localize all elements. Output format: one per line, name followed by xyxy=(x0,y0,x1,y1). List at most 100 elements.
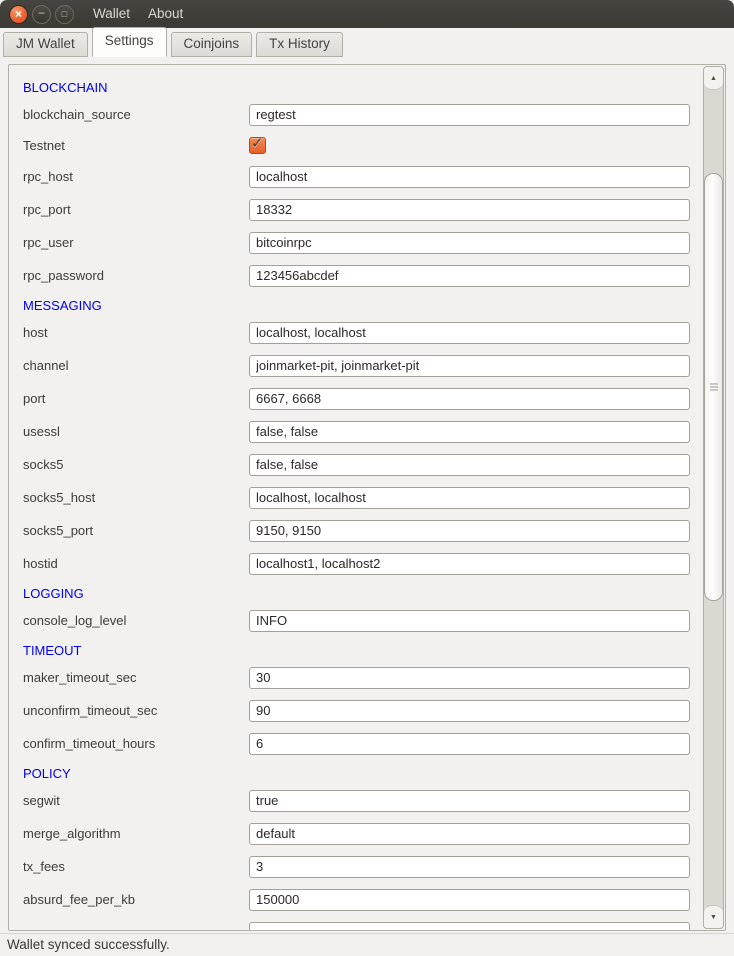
field-label: rpc_host xyxy=(23,169,249,184)
settings-row: tx_fees xyxy=(23,850,697,883)
settings-row: socks5_host xyxy=(23,481,697,514)
scrollbar[interactable]: ▲ ▼ xyxy=(703,66,724,929)
field-input-unconfirm_timeout_sec[interactable] xyxy=(249,700,690,722)
field-label: absurd_fee_per_kb xyxy=(23,892,249,907)
menu-about[interactable]: About xyxy=(139,0,192,28)
maximize-icon: □ xyxy=(62,10,67,19)
settings-row: maker_timeout_sec xyxy=(23,661,697,694)
main-area: BLOCKCHAIN blockchain_source Testnet✓ rpc_h… xyxy=(0,57,734,934)
field-label: port xyxy=(23,391,249,406)
titlebar[interactable]: ×− □ WalletAbout xyxy=(0,0,734,28)
field-input-merge_algorithm[interactable] xyxy=(249,823,690,845)
field-input-host[interactable] xyxy=(249,322,690,344)
field-input-usessl[interactable] xyxy=(249,421,690,443)
settings-row: rpc_user xyxy=(23,226,697,259)
field-label: merge_algorithm xyxy=(23,826,249,841)
field-label: Testnet xyxy=(23,138,249,153)
settings-row: rpc_password xyxy=(23,259,697,292)
field-label: segwit xyxy=(23,793,249,808)
settings-row: channel xyxy=(23,349,697,382)
field-input-rpc_password[interactable] xyxy=(249,265,690,287)
section-header-messaging: MESSAGING xyxy=(23,294,697,316)
field-label: rpc_password xyxy=(23,268,249,283)
settings-row: console_log_level xyxy=(23,604,697,637)
field-input-socks5[interactable] xyxy=(249,454,690,476)
tab-jm-wallet[interactable]: JM Wallet xyxy=(3,32,88,57)
settings-row: absurd_fee_per_kb xyxy=(23,883,697,916)
settings-row: unconfirm_timeout_sec xyxy=(23,694,697,727)
field-label: hostid xyxy=(23,556,249,571)
settings-row: socks5 xyxy=(23,448,697,481)
field-input-absurd_fee_per_kb[interactable] xyxy=(249,889,690,911)
settings-row: socks5_port xyxy=(23,514,697,547)
scroll-down-button[interactable]: ▼ xyxy=(704,905,723,928)
field-input-tx_fees[interactable] xyxy=(249,856,690,878)
field-input-socks5_host[interactable] xyxy=(249,487,690,509)
field-label: maker_timeout_sec xyxy=(23,670,249,685)
settings-row: confirm_timeout_hours xyxy=(23,727,697,760)
field-input-port[interactable] xyxy=(249,388,690,410)
settings-row: merge_algorithm xyxy=(23,817,697,850)
settings-row: hostid xyxy=(23,547,697,580)
settings-content: BLOCKCHAIN blockchain_source Testnet✓ rpc_h… xyxy=(9,65,704,930)
tab-tx-history[interactable]: Tx History xyxy=(256,32,343,57)
settings-row: rpc_port xyxy=(23,193,697,226)
testnet-checkbox[interactable]: ✓ xyxy=(249,137,266,154)
field-label: usessl xyxy=(23,424,249,439)
field-input-hostid[interactable] xyxy=(249,553,690,575)
window-controls: ×− □ xyxy=(0,5,74,24)
status-message: Wallet synced successfully. xyxy=(7,937,170,952)
field-label: host xyxy=(23,325,249,340)
field-label: confirm_timeout_hours xyxy=(23,736,249,751)
settings-row: host xyxy=(23,316,697,349)
tab-settings[interactable]: Settings xyxy=(92,27,167,57)
scroll-up-button[interactable]: ▲ xyxy=(704,67,723,90)
close-icon: × xyxy=(15,8,22,20)
field-label: socks5_port xyxy=(23,523,249,538)
field-input-blockchain_source[interactable] xyxy=(249,104,690,126)
field-input-maker_timeout_sec[interactable] xyxy=(249,667,690,689)
settings-panel: BLOCKCHAIN blockchain_source Testnet✓ rpc_h… xyxy=(8,64,726,931)
field-label: socks5_host xyxy=(23,490,249,505)
close-button[interactable]: × xyxy=(9,5,28,24)
check-icon: ✓ xyxy=(251,134,264,152)
field-input-rpc_user[interactable] xyxy=(249,232,690,254)
field-label: rpc_user xyxy=(23,235,249,250)
field-label: blockchain_source xyxy=(23,107,249,122)
settings-row: Testnet✓ xyxy=(23,131,697,160)
settings-row: usessl xyxy=(23,415,697,448)
field-input-rpc_port[interactable] xyxy=(249,199,690,221)
field-label: console_log_level xyxy=(23,613,249,628)
settings-row: segwit xyxy=(23,784,697,817)
field-input-console_log_level[interactable] xyxy=(249,610,690,632)
section-header-policy: POLICY xyxy=(23,762,697,784)
menu-wallet[interactable]: Wallet xyxy=(84,0,139,28)
field-input-channel[interactable] xyxy=(249,355,690,377)
field-input-rpc_host[interactable] xyxy=(249,166,690,188)
field-input-socks5_port[interactable] xyxy=(249,520,690,542)
statusbar: Wallet synced successfully. xyxy=(0,933,734,956)
tabbar: JM WalletSettingsCoinjoinsTx History xyxy=(0,28,734,57)
scrollbar-thumb[interactable] xyxy=(704,173,723,601)
settings-row: blockchain_source xyxy=(23,98,697,131)
minimize-button[interactable]: − xyxy=(32,5,51,24)
field-label: channel xyxy=(23,358,249,373)
settings-row: port xyxy=(23,382,697,415)
field-input-partial[interactable] xyxy=(249,922,690,931)
maximize-button[interactable]: □ xyxy=(55,5,74,24)
scroll-up-icon: ▲ xyxy=(710,75,717,82)
menubar: WalletAbout xyxy=(84,0,192,28)
field-label: unconfirm_timeout_sec xyxy=(23,703,249,718)
field-input-segwit[interactable] xyxy=(249,790,690,812)
section-header-blockchain: BLOCKCHAIN xyxy=(23,76,697,98)
section-header-logging: LOGGING xyxy=(23,582,697,604)
tab-coinjoins[interactable]: Coinjoins xyxy=(171,32,253,57)
scrollbar-grip xyxy=(710,384,718,391)
field-label: tx_fees xyxy=(23,859,249,874)
section-header-timeout: TIMEOUT xyxy=(23,639,697,661)
settings-row xyxy=(23,916,697,930)
field-input-confirm_timeout_hours[interactable] xyxy=(249,733,690,755)
scroll-down-icon: ▼ xyxy=(710,914,717,921)
field-label: rpc_port xyxy=(23,202,249,217)
settings-row: rpc_host xyxy=(23,160,697,193)
